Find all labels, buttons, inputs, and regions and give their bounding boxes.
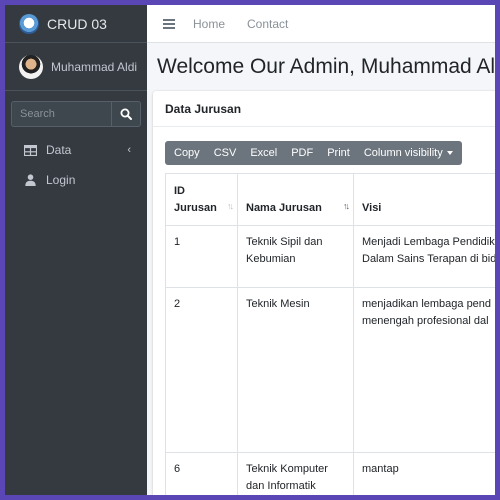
cell-id: 1 (165, 225, 238, 288)
header-label: Nama Jurusan (246, 202, 322, 214)
column-visibility-label: Column visibility (363, 147, 443, 159)
cell-id: 6 (165, 452, 238, 495)
data-card: Data Jurusan Copy CSV Excel PDF Print Co… (153, 91, 495, 495)
cell-nama: Teknik Komputer dan Informatik (237, 452, 354, 495)
brand-text: CRUD 03 (47, 15, 107, 32)
app-window: CRUD 03 Muhammad Aldi Search Data ‹ Logi… (5, 5, 495, 495)
brand-link[interactable]: CRUD 03 (5, 5, 147, 43)
column-header-id[interactable]: ID Jurusan ↑↓ (165, 173, 238, 226)
visi-line: Dalam Sains Terapan di bid (362, 253, 495, 265)
user-panel[interactable]: Muhammad Aldi (5, 43, 147, 91)
brand-logo-icon (19, 13, 39, 34)
nav-link-home[interactable]: Home (193, 17, 225, 31)
user-name[interactable]: Muhammad Aldi (51, 60, 137, 74)
column-header-visi[interactable]: Visi (353, 173, 495, 226)
visi-line: menjadikan lembaga pend (362, 298, 492, 310)
card-title: Data Jurusan (153, 91, 495, 127)
print-button[interactable]: Print (320, 141, 357, 165)
table-icon (23, 144, 37, 156)
search-input[interactable] (11, 101, 111, 127)
caret-down-icon (446, 151, 453, 155)
menu-toggle-icon[interactable] (163, 18, 175, 29)
visi-line: Menjadi Lembaga Pendidik (362, 236, 495, 248)
csv-button[interactable]: CSV (207, 141, 244, 165)
cell-nama: Teknik Sipil dan Kebumian (237, 225, 354, 288)
table-row: 2 Teknik Mesin menjadikan lembaga pend m… (165, 287, 495, 453)
pdf-button[interactable]: PDF (284, 141, 320, 165)
column-visibility-button[interactable]: Column visibility (357, 141, 462, 165)
user-icon (23, 174, 37, 186)
sidebar-item-login[interactable]: Login (5, 165, 147, 195)
excel-button[interactable]: Excel (243, 141, 284, 165)
table-row: 6 Teknik Komputer dan Informatik mantap (165, 452, 495, 495)
sidebar-search (11, 101, 141, 127)
nav-link-contact[interactable]: Contact (247, 17, 288, 31)
top-navbar: Home Contact (147, 5, 495, 43)
cell-nama: Teknik Mesin (237, 287, 354, 453)
sidebar-item-label: Login (46, 173, 76, 187)
export-button-group: Copy CSV Excel PDF Print Column visibili… (165, 141, 462, 165)
sidebar-nav: Data ‹ Login (5, 135, 147, 195)
header-label: Visi (362, 202, 382, 214)
table-header-row: ID Jurusan ↑↓ Nama Jurusan ↑↓ Visi (165, 173, 495, 226)
search-button[interactable] (111, 101, 141, 127)
search-icon (120, 108, 132, 120)
avatar (19, 54, 43, 79)
sort-desc-icon: ↑↓ (343, 201, 350, 211)
sidebar: CRUD 03 Muhammad Aldi Search Data ‹ Logi… (5, 5, 147, 495)
data-table: ID Jurusan ↑↓ Nama Jurusan ↑↓ Visi 1 Tek… (165, 173, 495, 495)
cell-id: 2 (165, 287, 238, 453)
content-wrapper: Welcome Our Admin, Muhammad Al Data Juru… (147, 43, 495, 495)
sidebar-item-label: Data (46, 143, 72, 157)
copy-button[interactable]: Copy (165, 141, 207, 165)
cell-visi: mantap (353, 452, 495, 495)
column-header-nama[interactable]: Nama Jurusan ↑↓ (237, 173, 354, 226)
cell-visi: Menjadi Lembaga Pendidik Dalam Sains Ter… (353, 225, 495, 288)
cell-visi: menjadikan lembaga pend menengah profesi… (353, 287, 495, 453)
visi-line: menengah profesional dal (362, 315, 489, 327)
sort-icon: ↑↓ (227, 201, 234, 211)
table-row: 1 Teknik Sipil dan Kebumian Menjadi Lemb… (165, 225, 495, 288)
header-label: ID Jurusan (174, 185, 217, 214)
page-title: Welcome Our Admin, Muhammad Al (157, 55, 495, 78)
sidebar-item-data[interactable]: Data ‹ (5, 135, 147, 165)
visi-line: mantap (362, 463, 399, 475)
chevron-left-icon: ‹ (127, 144, 131, 156)
